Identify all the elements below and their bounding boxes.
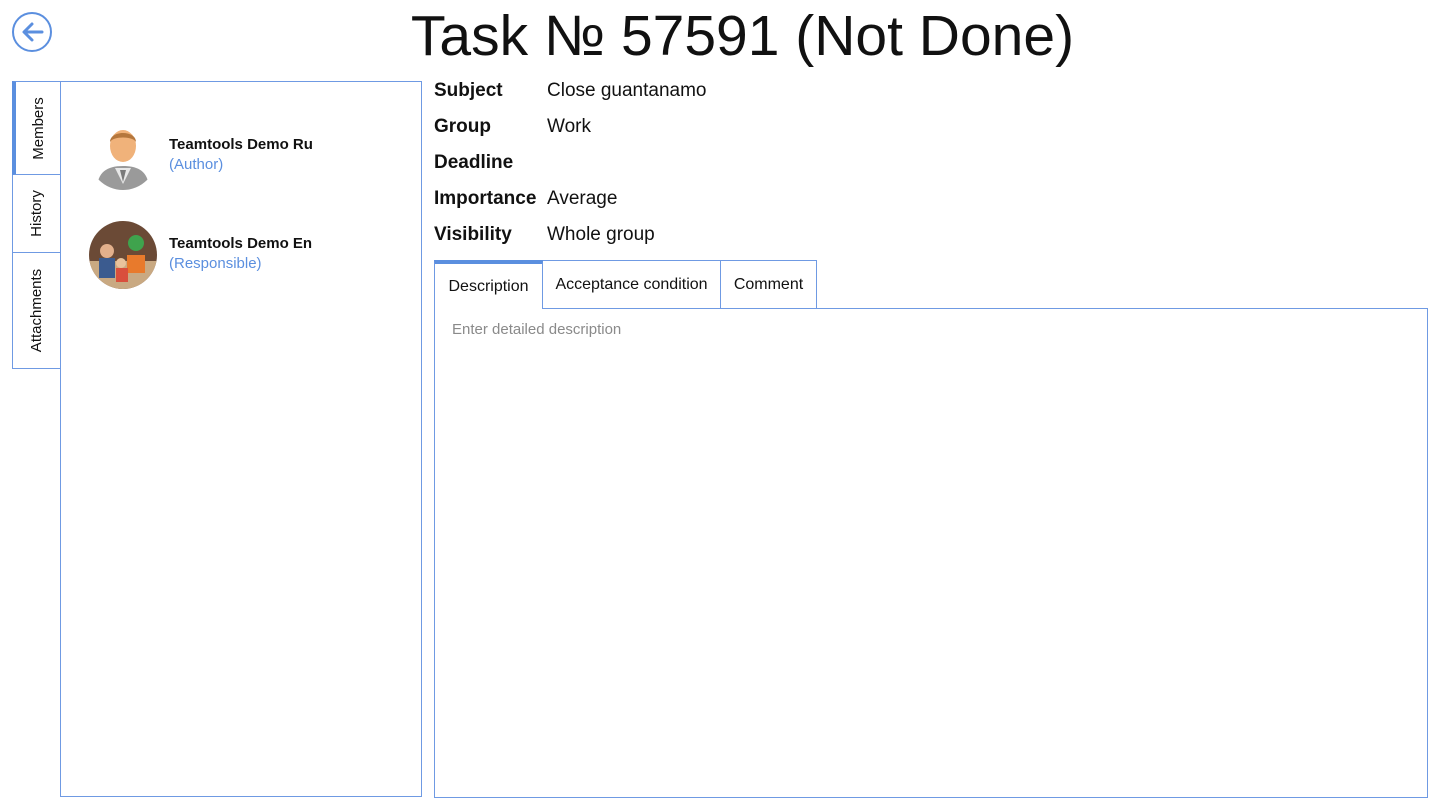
importance-label: Importance bbox=[434, 188, 537, 209]
deadline-label: Deadline bbox=[434, 152, 514, 173]
tab-members-label: Members bbox=[29, 96, 47, 160]
visibility-value[interactable]: Whole group bbox=[547, 224, 655, 246]
group-value[interactable]: Work bbox=[547, 116, 591, 138]
page-title: Task № 57591 (Not Done) bbox=[410, 4, 1075, 68]
active-tab-gap bbox=[435, 307, 541, 309]
tab-description[interactable]: Description bbox=[434, 260, 543, 309]
tab-attachments[interactable]: Attachments bbox=[12, 252, 60, 369]
group-label: Group bbox=[434, 116, 491, 137]
user-silhouette-avatar bbox=[89, 122, 157, 190]
member-item-responsible[interactable]: Teamtools Demo En (Responsible) bbox=[89, 221, 409, 291]
member-role: (Responsible) bbox=[169, 255, 262, 272]
tab-attachments-label: Attachments bbox=[28, 268, 45, 353]
tab-acceptance-condition[interactable]: Acceptance condition bbox=[542, 260, 721, 309]
members-panel: Teamtools Demo Ru (Author) Teamtools Dem… bbox=[60, 81, 422, 797]
description-placeholder: Enter detailed description bbox=[452, 321, 622, 338]
member-item-author[interactable]: Teamtools Demo Ru (Author) bbox=[89, 122, 409, 192]
description-textarea[interactable]: Enter detailed description bbox=[434, 308, 1428, 798]
subject-value[interactable]: Close guantanamo bbox=[547, 80, 707, 102]
importance-value[interactable]: Average bbox=[547, 188, 617, 210]
tab-history[interactable]: History bbox=[12, 174, 60, 253]
member-name: Teamtools Demo En bbox=[169, 235, 313, 252]
subject-label: Subject bbox=[434, 80, 503, 101]
photo-avatar bbox=[89, 221, 157, 289]
tab-members[interactable]: Members bbox=[12, 81, 60, 175]
member-role: (Author) bbox=[169, 156, 224, 173]
tab-history-label: History bbox=[27, 190, 45, 237]
member-name: Teamtools Demo Ru bbox=[169, 136, 313, 153]
visibility-label: Visibility bbox=[434, 224, 512, 245]
tab-comment[interactable]: Comment bbox=[720, 260, 817, 309]
